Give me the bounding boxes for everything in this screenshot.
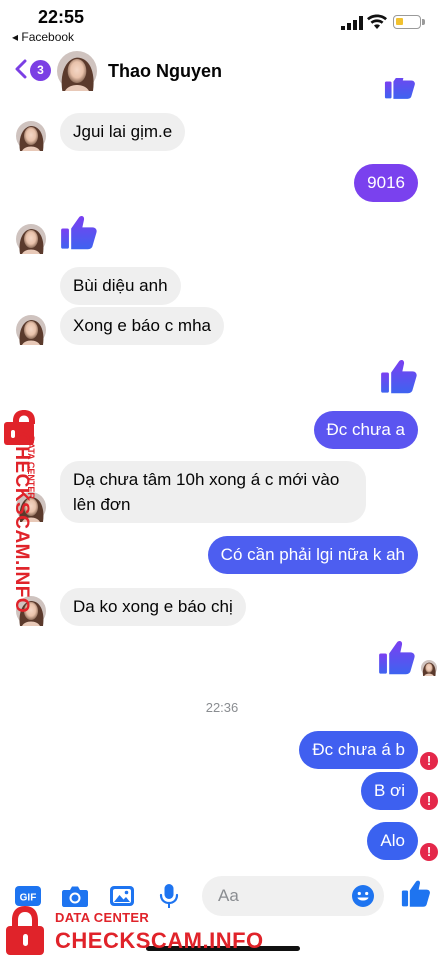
signal-icon — [341, 16, 363, 30]
message-bubble-incoming[interactable]: Da ko xong e báo chị — [60, 588, 246, 626]
like-button-icon[interactable] — [401, 879, 431, 909]
message-bubble-incoming[interactable]: Dạ chưa tâm 10h xong á c mới vào lên đơn — [60, 461, 366, 523]
lock-icon — [6, 906, 44, 955]
watermark-side: DATA CENTER CHECKSCAM.INFO — [0, 406, 48, 626]
message-bubble-outgoing[interactable]: Alo — [367, 822, 418, 860]
thumbs-up-icon[interactable] — [378, 639, 416, 677]
chat-header: 3 Thao Nguyen — [0, 46, 444, 98]
chevron-left-icon — [15, 59, 27, 79]
contact-avatar-small — [16, 315, 46, 345]
thumbs-up-icon — [384, 78, 415, 99]
send-failed-icon[interactable]: ! — [420, 843, 438, 861]
unread-count-badge: 3 — [30, 60, 51, 81]
message-bubble-outgoing[interactable]: Có cần phải lgi nữa k ah — [207, 536, 418, 574]
message-bubble-outgoing[interactable]: 9016 — [354, 164, 418, 202]
status-bar: 22:55 ◂ Facebook — [0, 0, 444, 46]
send-failed-icon[interactable]: ! — [420, 792, 438, 810]
watermark-subtitle: DATA CENTER — [55, 910, 150, 925]
send-failed-icon[interactable]: ! — [420, 752, 438, 770]
seen-avatar — [421, 660, 437, 676]
status-time: 22:55 — [38, 7, 85, 27]
watermark-title: CHECKSCAM.INFO — [11, 432, 32, 614]
message-bubble-incoming[interactable]: Xong e báo c mha — [60, 307, 224, 345]
message-bubble-outgoing[interactable]: Đc chưa a — [313, 411, 418, 449]
back-button[interactable]: 3 — [10, 56, 51, 84]
wifi-icon — [367, 14, 387, 29]
watermark-title: CHECKSCAM.INFO — [55, 928, 264, 953]
contact-name[interactable]: Thao Nguyen — [108, 61, 222, 82]
thumbs-up-icon[interactable] — [380, 358, 418, 396]
emoji-icon[interactable] — [351, 884, 375, 908]
message-bubble-outgoing[interactable]: Đc chưa á b — [299, 731, 418, 769]
contact-avatar-small — [16, 224, 46, 254]
thumbs-up-icon[interactable] — [60, 214, 98, 252]
message-timestamp: 22:36 — [205, 700, 239, 715]
battery-icon — [393, 15, 425, 29]
message-bubble-outgoing[interactable]: B ơi — [361, 772, 418, 810]
watermark-bottom: DATA CENTER CHECKSCAM.INFO — [0, 900, 270, 960]
back-to-facebook-link[interactable]: ◂ Facebook — [12, 30, 74, 44]
contact-avatar[interactable] — [57, 51, 97, 91]
message-bubble-incoming[interactable]: Jgui lai gịm.e — [60, 113, 186, 151]
contact-avatar-small — [16, 121, 46, 151]
message-bubble-incoming[interactable]: Bùi diệu anh — [60, 267, 181, 305]
